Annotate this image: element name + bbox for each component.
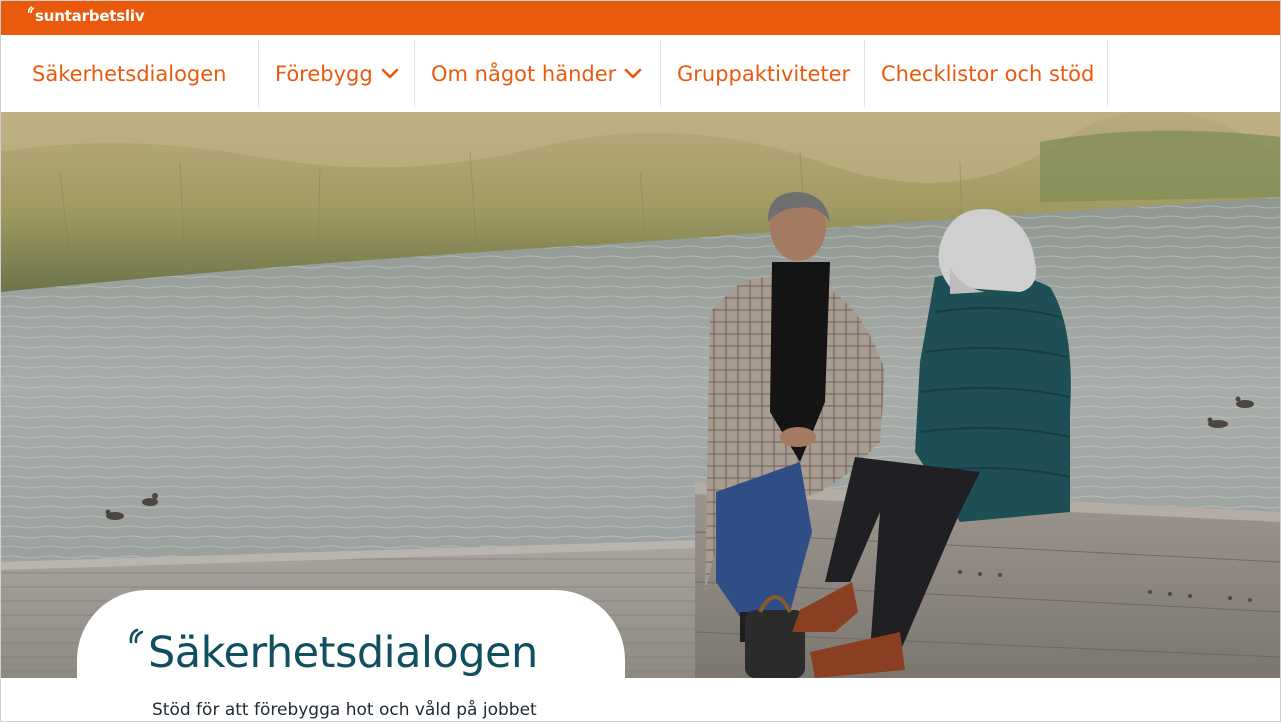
- nav-item-gruppaktiviteter[interactable]: Gruppaktiviteter: [661, 40, 865, 107]
- chevron-down-icon: [625, 68, 642, 78]
- page-subtitle: Stöd för att förebygga hot och våld på j…: [152, 700, 537, 720]
- brand-logo-link[interactable]: suntarbetsliv: [28, 6, 145, 25]
- nav-item-label: Förebygg: [275, 61, 373, 86]
- nav-item-label: Om något händer: [431, 61, 617, 86]
- nav-item-forebygg[interactable]: Förebygg: [259, 40, 415, 107]
- nav-item-sakerhetsdialogen[interactable]: Säkerhetsdialogen: [1, 40, 259, 107]
- quote-mark-icon: [28, 6, 34, 14]
- brand-bar: suntarbetsliv: [0, 0, 1281, 35]
- nav-item-label: Checklistor och stöd: [881, 61, 1095, 86]
- nav-item-label: Säkerhetsdialogen: [32, 61, 227, 86]
- chevron-down-icon: [381, 68, 399, 78]
- page-title: Säkerhetsdialogen: [148, 628, 538, 678]
- nav-item-checklistor-och-stod[interactable]: Checklistor och stöd: [865, 40, 1108, 107]
- main-navigation: Säkerhetsdialogen Förebygg Om något händ…: [0, 35, 1281, 112]
- nav-item-om-nagot-hander[interactable]: Om något händer: [415, 40, 661, 107]
- quote-mark-icon: [129, 628, 143, 644]
- page: suntarbetsliv Säkerhetsdialogen Förebygg…: [0, 0, 1281, 722]
- nav-item-label: Gruppaktiviteter: [677, 61, 851, 86]
- brand-name: suntarbetsliv: [35, 7, 145, 25]
